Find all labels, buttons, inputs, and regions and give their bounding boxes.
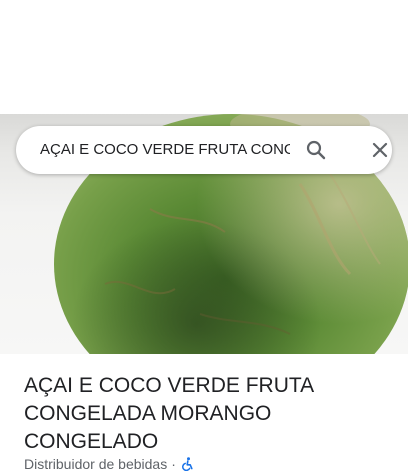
place-title: AÇAI E COCO VERDE FRUTA CONGELADA MORANG… xyxy=(24,374,313,453)
place-category: Distribuidor de bebidas xyxy=(24,456,168,472)
wheelchair-accessible-icon xyxy=(180,457,194,472)
separator-dot: · xyxy=(171,456,176,472)
search-bar[interactable]: AÇAI E COCO VERDE FRUTA CONGELADA MORANG… xyxy=(16,126,392,174)
search-icon[interactable] xyxy=(304,138,328,162)
place-meta: Distribuidor de bebidas · xyxy=(24,455,194,473)
search-input[interactable]: AÇAI E COCO VERDE FRUTA CONGELADA MORANG… xyxy=(40,126,290,174)
close-icon[interactable] xyxy=(368,138,392,162)
map-blank-area xyxy=(0,0,408,114)
